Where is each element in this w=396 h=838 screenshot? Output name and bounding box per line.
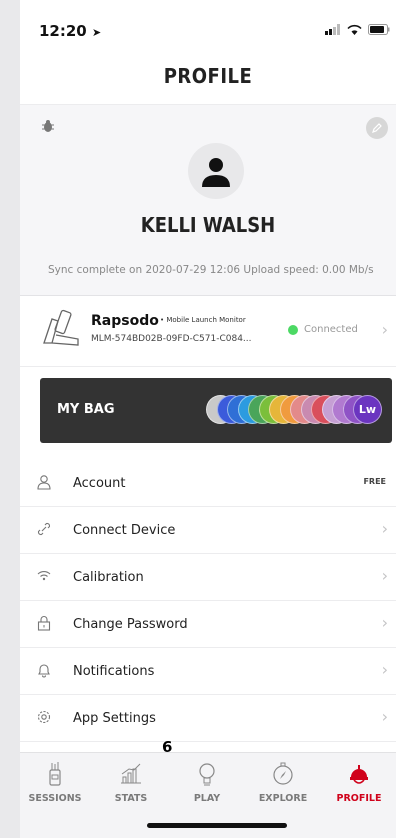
menu-item-calibration[interactable]: Calibration › [20, 554, 396, 601]
device-id: MLM-574BD02B-09FD-C571-C084... [91, 334, 252, 344]
menu-item-app-settings[interactable]: App Settings › [20, 695, 396, 742]
helmet-icon [350, 765, 368, 784]
menu-item-connect-device[interactable]: Connect Device › [20, 507, 396, 554]
menu-item-label: Connect Device [73, 523, 176, 538]
chevron-right-icon: › [381, 519, 388, 538]
chevron-right-icon: › [381, 707, 388, 726]
edit-profile-button[interactable] [366, 117, 388, 139]
menu-item-change-password[interactable]: Change Password › [20, 601, 396, 648]
settings-menu: Account FREE Connect Device › Calibratio… [20, 460, 396, 742]
status-bar: 12:20 ➤ [20, 0, 396, 66]
chevron-right-icon: › [381, 613, 388, 632]
tab-label: PLAY [193, 793, 221, 804]
tab-sessions[interactable]: SESSIONS [20, 761, 90, 804]
bulb-icon [199, 763, 215, 786]
gear-icon [37, 710, 51, 724]
battery-icon [368, 24, 390, 35]
clock: 12:20 ➤ [39, 22, 102, 40]
bug-report-icon[interactable] [42, 119, 54, 133]
home-indicator[interactable] [147, 823, 287, 828]
menu-item-label: App Settings [73, 711, 156, 726]
my-bag-label: MY BAG [57, 402, 115, 417]
avatar[interactable] [188, 143, 244, 199]
tab-explore[interactable]: EXPLORE [248, 761, 318, 804]
menu-item-label: Account [73, 476, 126, 491]
menu-item-label: Notifications [73, 664, 155, 679]
sync-status-text: Sync complete on 2020-07-29 12:06 Upload… [48, 264, 374, 276]
profile-header: KELLI WALSH Sync complete on 2020-07-29 … [20, 104, 396, 296]
plan-badge: FREE [363, 477, 386, 486]
club-chip[interactable]: Lw [353, 395, 382, 424]
tab-stats[interactable]: STATS [96, 761, 166, 804]
menu-item-account[interactable]: Account FREE [20, 460, 396, 507]
wifi-icon [347, 24, 362, 35]
tab-label: STATS [114, 793, 148, 804]
person-icon [37, 475, 51, 490]
device-brand: Rapsodo [91, 313, 159, 329]
page-title: PROFILE [163, 64, 253, 88]
link-icon [37, 522, 51, 536]
pencil-icon [372, 123, 382, 133]
user-name: KELLI WALSH [140, 213, 276, 237]
user-silhouette-icon [202, 158, 230, 187]
menu-item-notifications[interactable]: Notifications › [20, 648, 396, 695]
compass-icon [273, 762, 293, 785]
tab-play[interactable]: PLAY [172, 761, 242, 804]
golf-bag-icon [49, 762, 61, 786]
chevron-right-icon: › [381, 660, 388, 679]
cellular-signal-icon [325, 24, 340, 35]
tab-label: EXPLORE [258, 793, 308, 804]
device-type: • Mobile Launch Monitor [160, 316, 246, 324]
menu-item-label: Change Password [73, 617, 188, 632]
connection-status: Connected [288, 324, 358, 335]
chevron-right-icon: › [381, 566, 388, 585]
my-bag-card[interactable]: MY BAG (35345(FCSLw [40, 378, 392, 443]
chart-icon [121, 763, 141, 784]
lock-icon [37, 616, 51, 631]
bell-icon [38, 664, 50, 678]
device-row[interactable]: Rapsodo • Mobile Launch Monitor MLM-574B… [20, 296, 396, 367]
tab-profile[interactable]: PROFILE [324, 761, 394, 804]
status-icons [325, 24, 390, 35]
tab-label: PROFILE [336, 793, 382, 804]
connection-label: Connected [304, 324, 358, 335]
launch-monitor-icon [43, 309, 79, 346]
chevron-right-icon: › [381, 320, 388, 339]
tab-label: SESSIONS [28, 793, 82, 804]
connected-dot-icon [288, 324, 298, 335]
app-screen: 12:20 ➤ PROFILE KELLI WALSH Sync complet… [20, 0, 396, 838]
signal-icon [37, 570, 51, 581]
menu-item-label: Calibration [73, 570, 144, 585]
